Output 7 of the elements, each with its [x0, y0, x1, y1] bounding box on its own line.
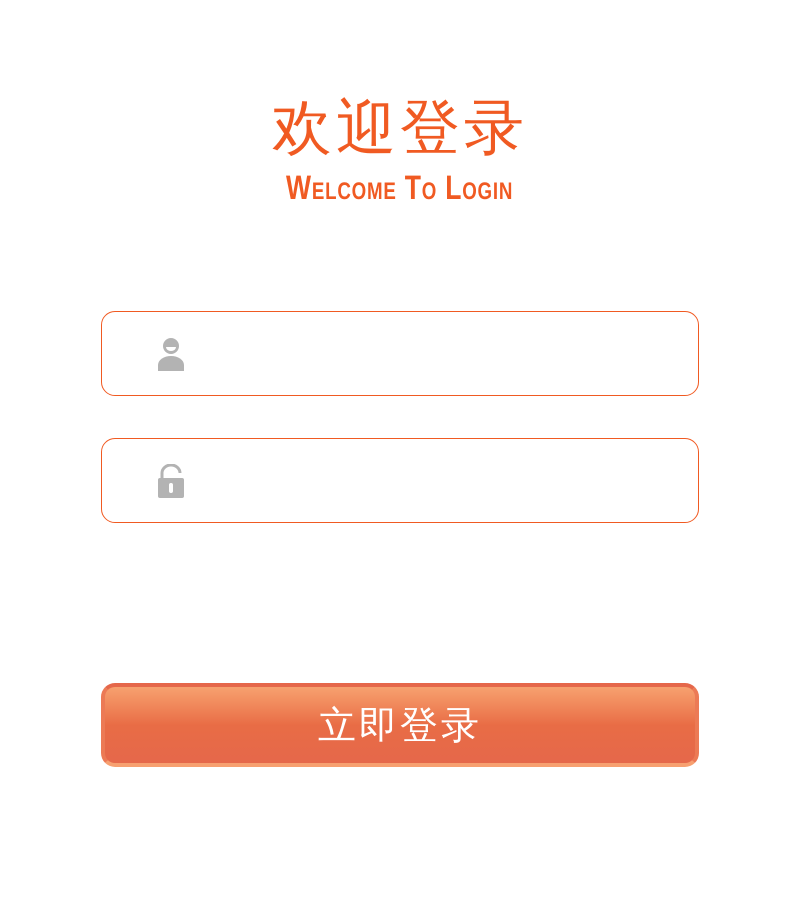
lock-icon	[157, 464, 185, 498]
password-field[interactable]	[101, 438, 699, 523]
login-button[interactable]: 立即登录	[101, 683, 699, 767]
user-icon	[157, 336, 185, 370]
subtitle: Welcome To Login	[286, 168, 514, 208]
username-field[interactable]	[101, 311, 699, 396]
page-title: 欢迎登录	[272, 92, 528, 164]
